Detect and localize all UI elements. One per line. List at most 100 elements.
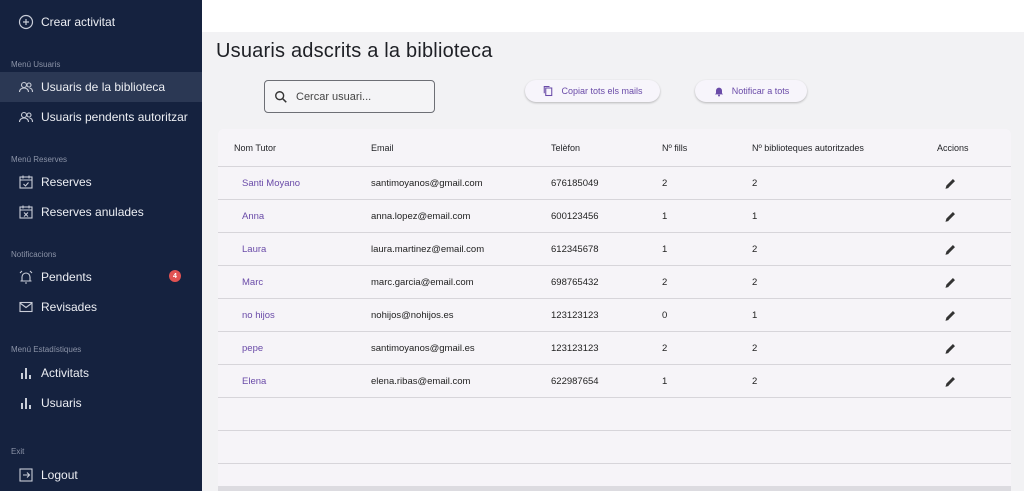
table-row: no hijos nohijos@nohijos.es 123123123 0 1 — [218, 299, 1011, 332]
cell-email: elena.ribas@email.com — [371, 376, 471, 387]
edit-icon[interactable] — [942, 175, 958, 191]
create-activity-button[interactable]: Crear activitat — [0, 7, 202, 37]
users-icon — [18, 109, 34, 125]
cell-children: 2 — [662, 178, 668, 189]
section-bookings-label: Menú Reserves — [11, 155, 68, 164]
horizontal-scrollbar[interactable] — [218, 486, 1011, 491]
sidebar-item-pending[interactable]: Pendents 4 — [0, 262, 202, 292]
cell-email: nohijos@nohijos.es — [371, 310, 454, 321]
edit-icon[interactable] — [942, 208, 958, 224]
cell-libraries: 1 — [752, 310, 758, 321]
section-stats-label: Menú Estadístiques — [11, 345, 82, 354]
sidebar-item-label: Pendents — [41, 270, 92, 284]
cell-children: 1 — [662, 376, 668, 387]
add-circle-icon — [18, 14, 34, 30]
table-row-empty — [218, 398, 1011, 431]
table-row: Laura laura.martinez@email.com 612345678 1 2 — [218, 233, 1011, 266]
cell-children: 2 — [662, 277, 668, 288]
cell-libraries: 1 — [752, 211, 758, 222]
cell-email: santimoyanos@gmail.es — [371, 343, 475, 354]
cell-tutor[interactable]: Anna — [242, 211, 264, 222]
sidebar-item-label: Revisades — [41, 300, 98, 314]
sidebar-item-label: Reserves — [41, 175, 92, 189]
cell-tutor[interactable]: Laura — [242, 244, 266, 255]
calendar-x-icon — [18, 204, 34, 220]
cell-phone: 612345678 — [551, 244, 599, 255]
column-header-children[interactable]: Nº fills — [662, 143, 687, 153]
table-row: Marc marc.garcia@email.com 698765432 2 2 — [218, 266, 1011, 299]
cell-phone: 698765432 — [551, 277, 599, 288]
column-header-tutor[interactable]: Nom Tutor — [234, 143, 276, 153]
create-activity-label: Crear activitat — [41, 15, 116, 29]
copy-all-emails-label: Copiar tots els mails — [561, 86, 643, 96]
cell-tutor[interactable]: no hijos — [242, 310, 275, 321]
sidebar: Crear activitat Menú Usuaris Usuaris de … — [0, 0, 202, 491]
users-table: Nom Tutor Email Telèfon Nº fills Nº bibl… — [218, 129, 1011, 491]
table-row: Elena elena.ribas@email.com 622987654 1 2 — [218, 365, 1011, 398]
bar-chart-icon — [18, 365, 34, 381]
edit-icon[interactable] — [942, 241, 958, 257]
notify-all-label: Notificar a tots — [731, 86, 790, 96]
cell-libraries: 2 — [752, 376, 758, 387]
search-icon — [274, 90, 296, 104]
cell-tutor[interactable]: pepe — [242, 343, 263, 354]
page-title: Usuaris adscrits a la biblioteca — [216, 40, 493, 62]
cell-phone: 123123123 — [551, 310, 599, 321]
pending-count-badge: 4 — [169, 270, 181, 282]
sidebar-item-bookings[interactable]: Reserves — [0, 167, 202, 197]
calendar-check-icon — [18, 174, 34, 190]
edit-icon[interactable] — [942, 307, 958, 323]
sidebar-item-stats-users[interactable]: Usuaris — [0, 388, 202, 418]
table-row-empty — [218, 431, 1011, 464]
cell-phone: 123123123 — [551, 343, 599, 354]
users-icon — [18, 79, 34, 95]
column-header-libraries[interactable]: Nº biblioteques autoritzades — [752, 143, 864, 153]
bar-chart-icon — [18, 395, 34, 411]
sidebar-item-pending-users[interactable]: Usuaris pendents autoritzar — [0, 102, 202, 132]
edit-icon[interactable] — [942, 340, 958, 356]
cell-phone: 676185049 — [551, 178, 599, 189]
sidebar-item-label: Usuaris pendents autoritzar — [41, 110, 188, 124]
top-bar — [202, 0, 1024, 32]
sidebar-item-label: Usuaris de la biblioteca — [41, 80, 166, 94]
cell-tutor[interactable]: Elena — [242, 376, 266, 387]
logout-icon — [18, 467, 34, 483]
cell-children: 0 — [662, 310, 668, 321]
alarm-icon — [18, 269, 34, 285]
notify-all-button[interactable]: Notificar a tots — [695, 80, 807, 102]
cell-email: laura.martinez@email.com — [371, 244, 485, 255]
search-input[interactable] — [296, 90, 426, 103]
cell-tutor[interactable]: Marc — [242, 277, 263, 288]
column-header-actions: Accions — [937, 143, 969, 153]
cell-tutor[interactable]: Santi Moyano — [242, 178, 300, 189]
sidebar-item-logout[interactable]: Logout — [0, 460, 202, 490]
cell-email: marc.garcia@email.com — [371, 277, 474, 288]
sidebar-item-label: Usuaris — [41, 396, 82, 410]
cell-phone: 600123456 — [551, 211, 599, 222]
sidebar-item-activities[interactable]: Activitats — [0, 358, 202, 388]
edit-icon[interactable] — [942, 274, 958, 290]
cell-email: santimoyanos@gmail.com — [371, 178, 483, 189]
sidebar-item-label: Logout — [41, 468, 78, 482]
cell-libraries: 2 — [752, 343, 758, 354]
cell-children: 2 — [662, 343, 668, 354]
table-row: pepe santimoyanos@gmail.es 123123123 2 2 — [218, 332, 1011, 365]
sidebar-item-cancelled-bookings[interactable]: Reserves anulades — [0, 197, 202, 227]
cell-email: anna.lopez@email.com — [371, 211, 471, 222]
cell-children: 1 — [662, 244, 668, 255]
mail-icon — [18, 299, 34, 315]
sidebar-item-reviewed[interactable]: Revisades — [0, 292, 202, 322]
edit-icon[interactable] — [942, 373, 958, 389]
sidebar-item-label: Activitats — [41, 366, 90, 380]
copy-icon — [542, 85, 561, 97]
cell-libraries: 2 — [752, 244, 758, 255]
table-row: Santi Moyano santimoyanos@gmail.com 676185… — [218, 167, 1011, 200]
column-header-email[interactable]: Email — [371, 143, 394, 153]
search-box[interactable] — [264, 80, 435, 113]
cell-libraries: 2 — [752, 277, 758, 288]
column-header-phone[interactable]: Telèfon — [551, 143, 580, 153]
copy-all-emails-button[interactable]: Copiar tots els mails — [525, 80, 660, 102]
sidebar-item-library-users[interactable]: Usuaris de la biblioteca — [0, 72, 202, 102]
table-header: Nom Tutor Email Telèfon Nº fills Nº bibl… — [218, 129, 1011, 167]
section-exit-label: Exit — [11, 447, 25, 456]
